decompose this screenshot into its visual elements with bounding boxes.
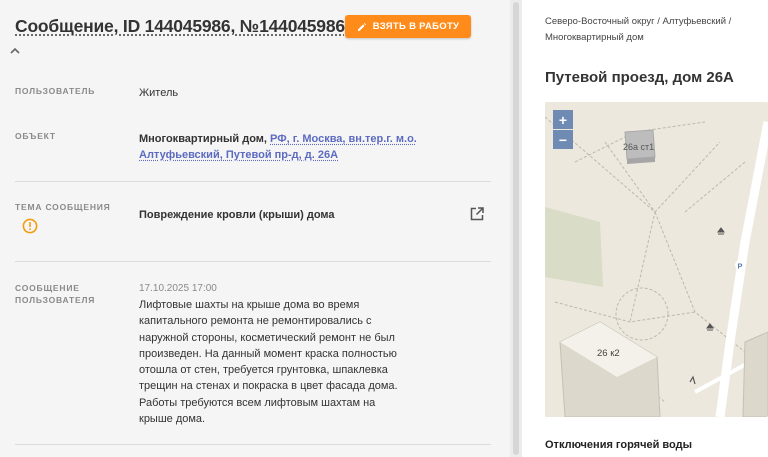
object-info-panel: Северо-Восточный округ / Алтуфьевский / …: [522, 0, 768, 457]
breadcrumb[interactable]: Северо-Восточный округ / Алтуфьевский / …: [545, 14, 765, 46]
message-label: СООБЩЕНИЕ ПОЛЬЗОВАТЕЛЯ: [15, 283, 96, 305]
zoom-in-button[interactable]: +: [553, 110, 573, 129]
open-external-icon[interactable]: [469, 206, 485, 222]
pencil-icon: [357, 22, 366, 31]
user-value: Житель: [139, 87, 179, 99]
object-value: Многоквартирный дом, РФ, г. Москва, вн.т…: [139, 131, 489, 163]
divider: [15, 181, 491, 182]
object-label: ОБЪЕКТ: [15, 131, 56, 141]
message-details-panel: Сообщение, ID 144045986, №144045986 ВЗЯТ…: [0, 0, 510, 457]
map[interactable]: 26а ст1 26 к2 P + −: [545, 102, 768, 417]
message-date: 17.10.2025 17:00: [139, 283, 217, 294]
topic-value: Повреждение кровли (крыши) дома: [139, 209, 335, 221]
warning-icon: [22, 218, 38, 234]
take-to-work-button[interactable]: ВЗЯТЬ В РАБОТУ: [345, 15, 471, 38]
parking-label: P: [738, 262, 743, 271]
chevron-up-icon[interactable]: [8, 44, 22, 58]
divider: [15, 444, 491, 445]
message-text: Лифтовые шахты на крыше дома во время ка…: [139, 299, 398, 426]
user-label: ПОЛЬЗОВАТЕЛЬ: [15, 86, 96, 96]
hot-water-outages-title: Отключения горячей воды: [545, 439, 692, 451]
page-title: Сообщение, ID 144045986, №144045986: [15, 16, 345, 36]
divider: [15, 261, 491, 262]
building-label-2: 26 к2: [597, 348, 620, 359]
object-type: Многоквартирный дом,: [139, 133, 267, 145]
address-title: Путевой проезд, дом 26А: [545, 69, 734, 86]
take-to-work-label: ВЗЯТЬ В РАБОТУ: [372, 21, 460, 32]
scrollbar-thumb[interactable]: [513, 2, 519, 455]
building-label-1: 26а ст1: [623, 142, 654, 152]
map-canvas[interactable]: 26а ст1 26 к2 P: [545, 102, 768, 417]
topic-label: ТЕМА СООБЩЕНИЯ: [15, 202, 111, 212]
zoom-out-button[interactable]: −: [553, 130, 573, 149]
